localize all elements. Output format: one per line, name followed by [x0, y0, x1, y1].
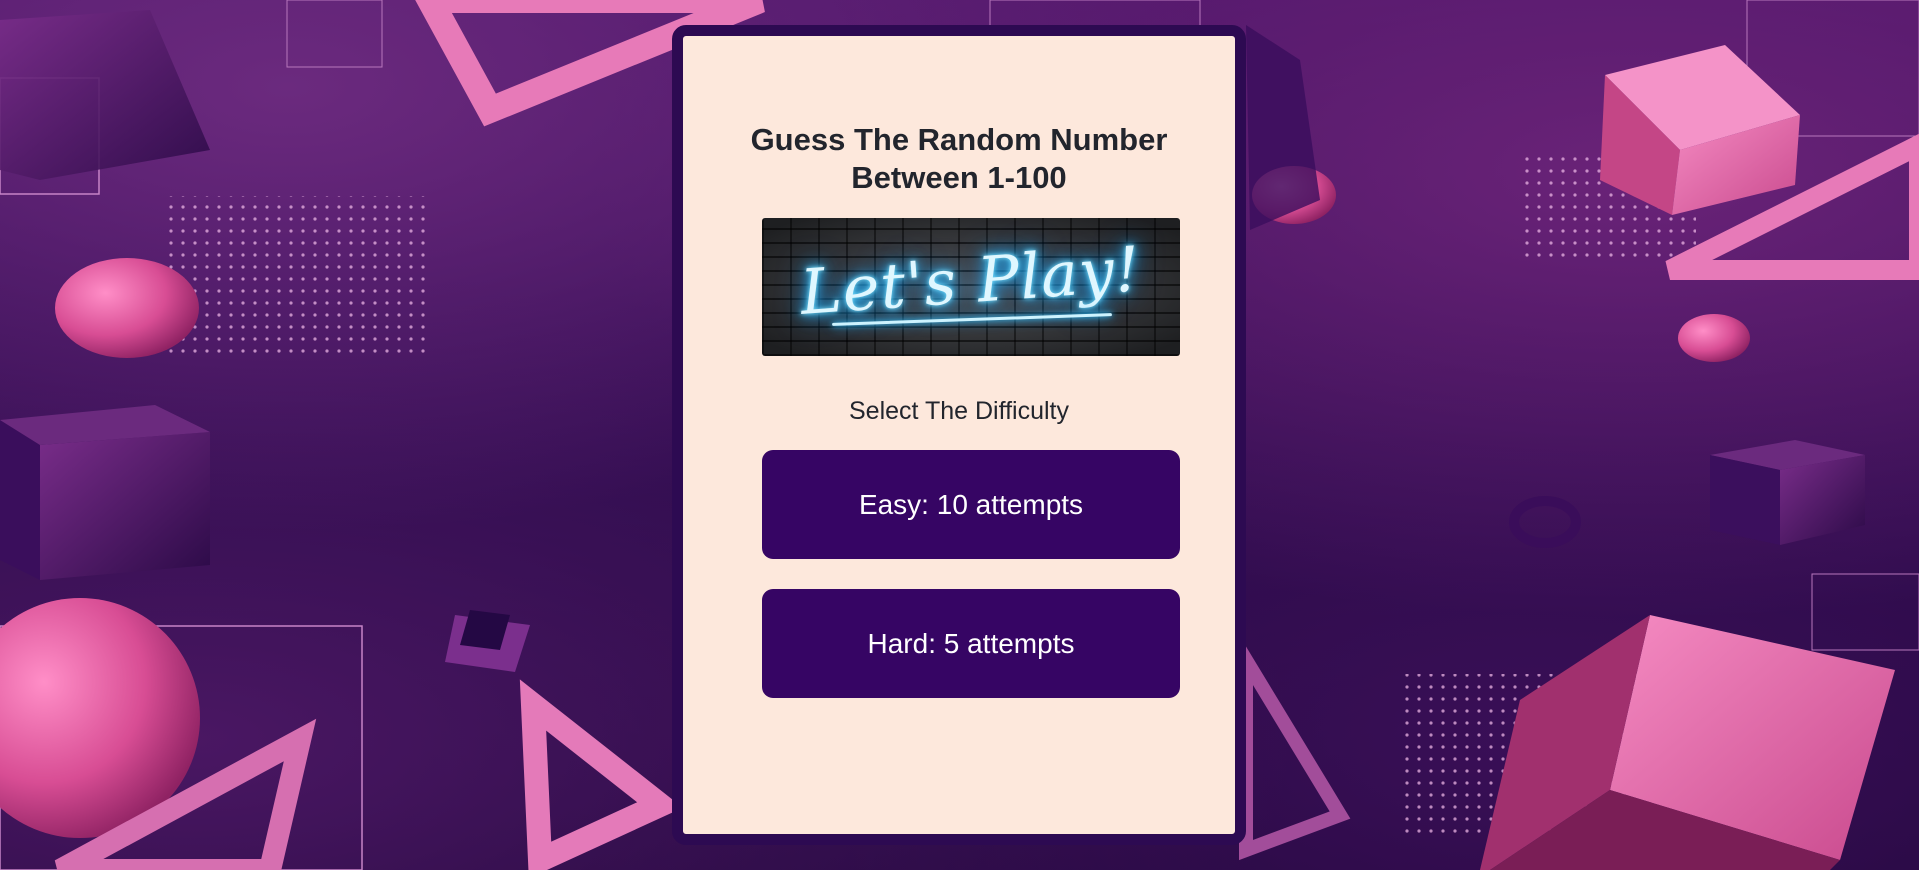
title-line-1: Guess The Random Number: [750, 122, 1168, 157]
difficulty-prompt: Select The Difficulty: [848, 397, 1069, 425]
outline-rect: [286, 0, 383, 68]
dark-cube-side: [1710, 455, 1780, 545]
hard-difficulty-button[interactable]: Hard: 5 attempts: [762, 589, 1180, 698]
dark-cube-side: [0, 420, 40, 580]
outline-rect: [989, 0, 1201, 27]
lets-play-banner: Let's Play!: [762, 218, 1180, 356]
game-card: Guess The Random Number Between 1-100 Le…: [672, 25, 1246, 845]
dot-grid-left: [163, 196, 425, 358]
dark-ring: [1509, 496, 1581, 548]
title-line-2: Between 1-100: [851, 160, 1067, 195]
page-title: Guess The Random Number Between 1-100: [683, 121, 1235, 197]
dark-slab: [0, 10, 210, 180]
pink-sphere: [1678, 314, 1750, 362]
purple-triangle: [1239, 634, 1351, 861]
pink-triangle: [519, 679, 683, 870]
dark-slab: [1246, 25, 1320, 230]
easy-difficulty-button[interactable]: Easy: 10 attempts: [762, 450, 1180, 559]
pink-sphere: [55, 258, 199, 358]
outline-rect: [1811, 573, 1919, 651]
dark-cube-face: [1780, 455, 1865, 545]
banner-neon-text: Let's Play!: [798, 232, 1144, 329]
dark-cube-face: [40, 432, 210, 580]
